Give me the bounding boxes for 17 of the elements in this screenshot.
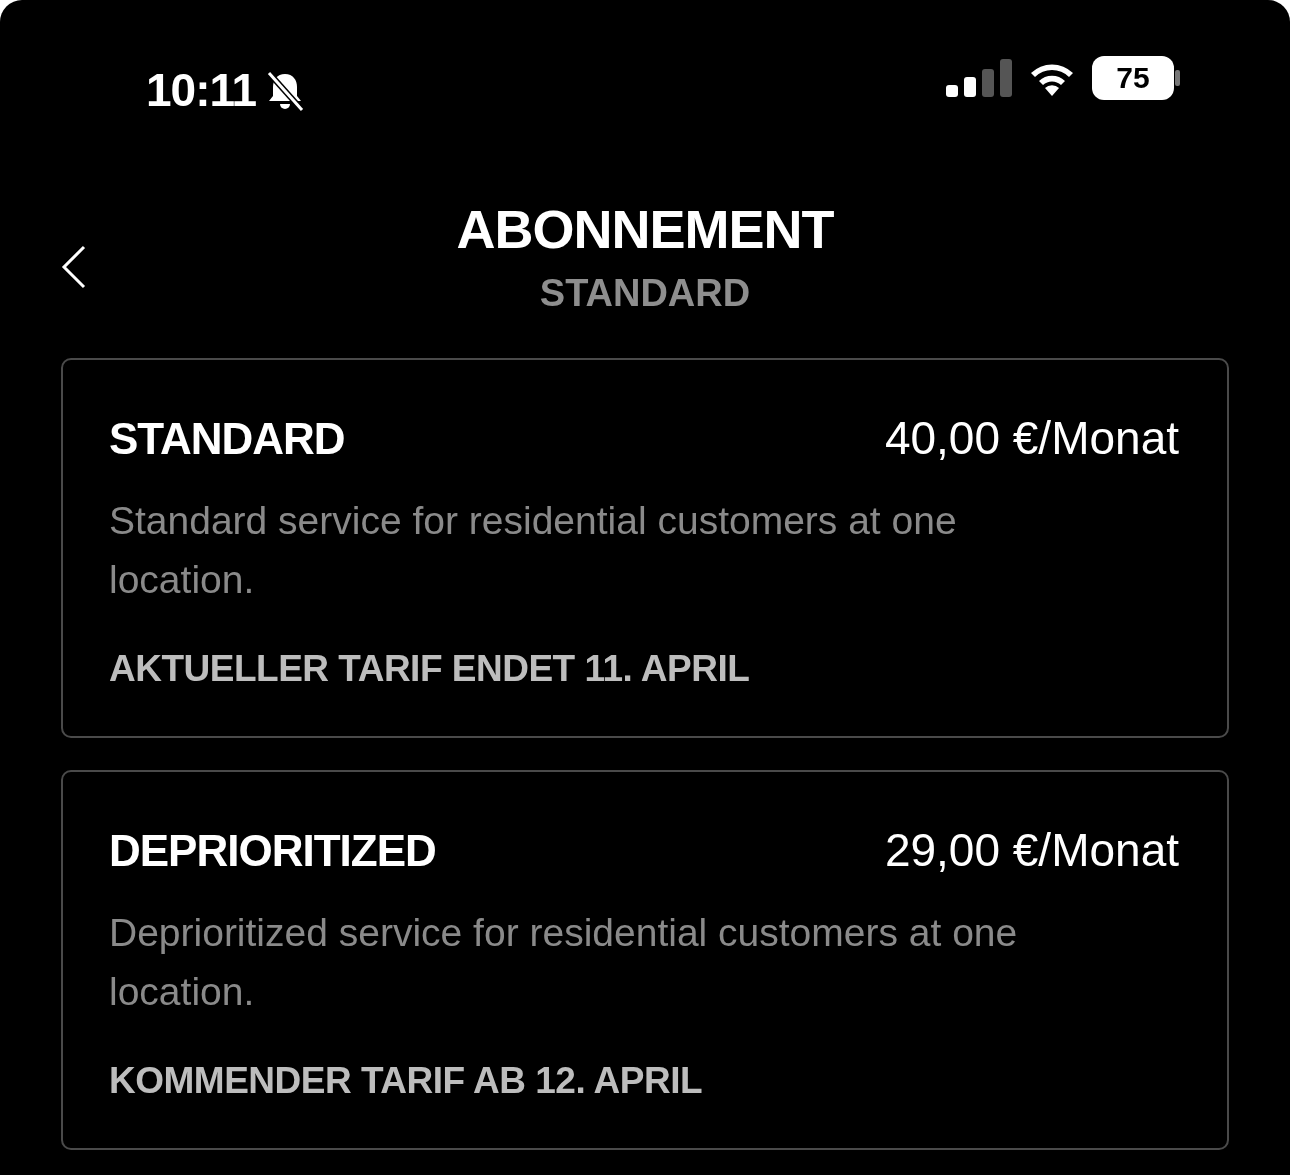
page-title: ABONNEMENT — [456, 199, 834, 259]
plan-price: 29,00 €/Monat — [884, 823, 1179, 878]
plan-description: Deprioritized service for residential customers at one location. — [109, 910, 1019, 1015]
plan-status-note: KOMMENDER TARIF AB 12. APRIL — [109, 1060, 703, 1101]
plan-price: 40,00 €/Monat — [884, 411, 1179, 466]
plan-description: Standard service for residential customers at one location. — [109, 498, 958, 603]
battery-cap-icon — [1174, 70, 1180, 86]
status-time: 10:11 — [146, 63, 257, 118]
cellular-signal-icon — [946, 57, 1012, 99]
plan-card[interactable]: STANDARD 40,00 €/Monat Standard service for residential customers at one location. AKTUELLER TARIF ENDET 11. APRIL — [61, 358, 1229, 738]
battery-level: 75 — [1092, 56, 1174, 100]
plan-card[interactable]: DEPRIORITIZED 29,00 €/Monat Deprioritized service for residential customers at one location. KOMMENDER TARIF AB 12. APRIL — [61, 770, 1229, 1150]
plan-status-note: AKTUELLER TARIF ENDET 11. APRIL — [109, 648, 750, 689]
page-subtitle: STANDARD — [539, 272, 751, 314]
plan-name: STANDARD — [109, 412, 345, 465]
back-button[interactable] — [60, 244, 88, 290]
plan-name: DEPRIORITIZED — [109, 824, 436, 877]
